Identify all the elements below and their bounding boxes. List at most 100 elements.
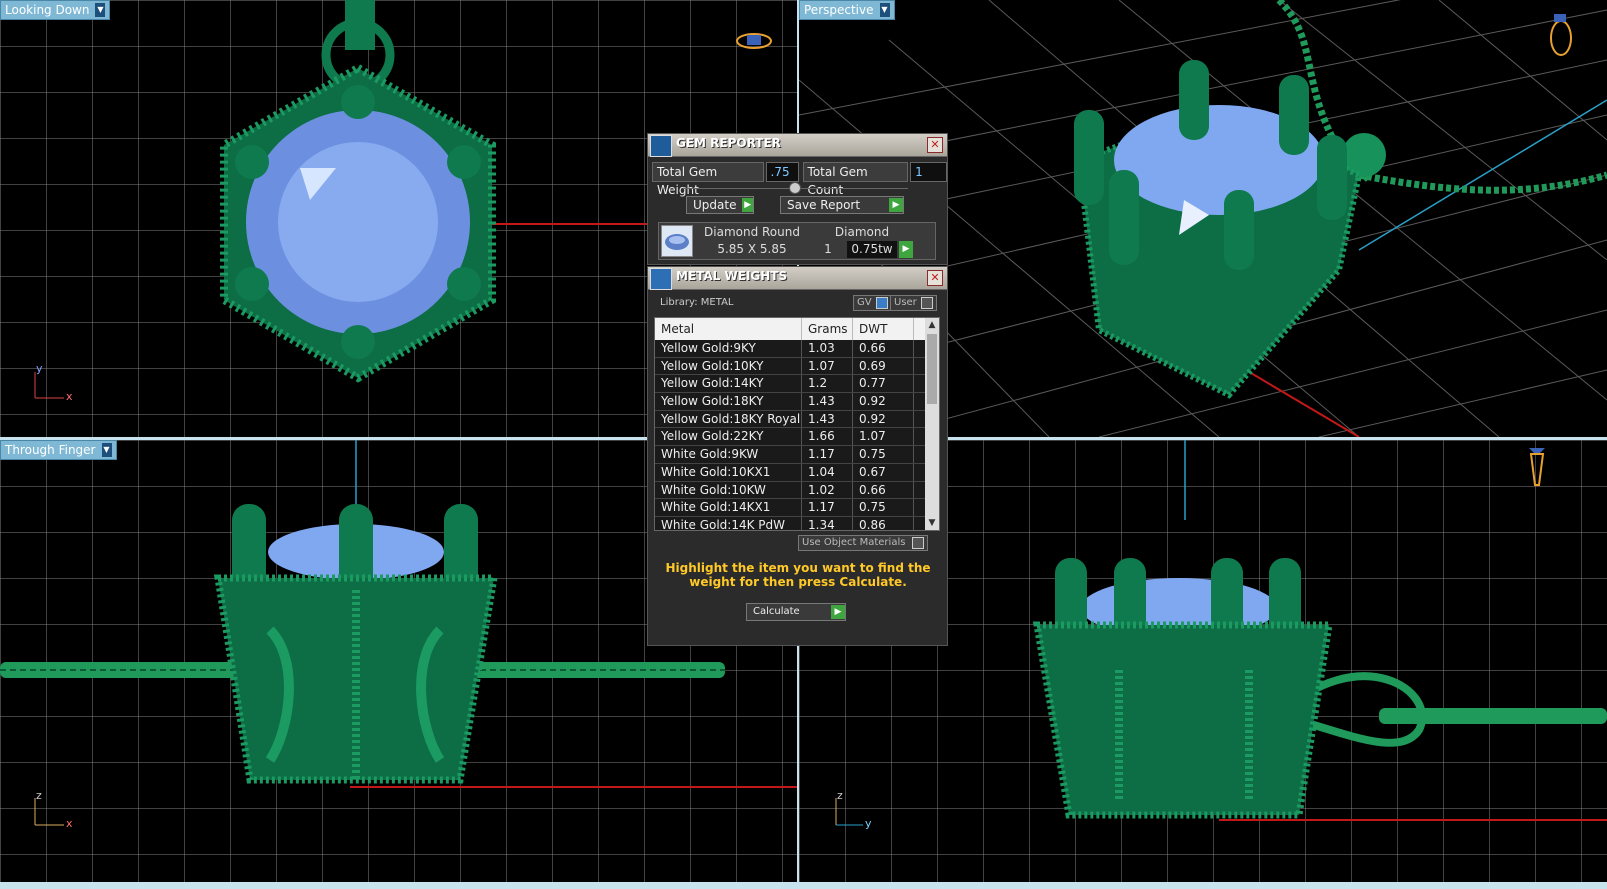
dwt-cell: 0.92 [853,410,914,428]
metal-cell: White Gold:9KW [655,446,802,463]
close-icon[interactable]: ✕ [927,270,943,286]
column-header-dwt[interactable]: DWT [853,318,914,340]
metal-cell: Yellow Gold:14KY [655,375,802,393]
viewport-view-dropdown[interactable]: Through Finger ▼ [0,440,117,460]
table-row[interactable]: White Gold:9KW 1.17 0.75 [655,446,939,464]
user-toggle-indicator [920,297,933,309]
dwt-cell: 1.07 [853,428,914,446]
table-row[interactable]: Yellow Gold:18KY 1.43 0.92 [655,393,939,411]
axis-z-label: z [837,789,843,802]
axis-y-label: y [865,817,872,830]
metal-cell: Yellow Gold:22KY [655,428,802,446]
viewport-view-dropdown[interactable]: Perspective ▼ [799,0,895,20]
viewport-view-label: Looking Down [5,3,90,17]
metal-cell: Yellow Gold:18KY Royal [655,410,802,428]
grams-cell: 1.2 [802,375,853,393]
table-row[interactable]: Yellow Gold:14KY 1.2 0.77 [655,375,939,394]
total-gem-count-label: Total Gem Count [802,162,909,197]
grams-cell: 1.07 [802,357,853,375]
grams-cell: 1.43 [802,393,853,410]
ring-icon [1550,14,1572,56]
chevron-down-icon[interactable]: ▼ [95,3,106,17]
dwt-cell: 0.69 [853,357,914,375]
update-button[interactable]: Update ▶ [686,196,754,214]
dwt-cell: 0.66 [853,340,914,357]
use-object-materials-indicator [912,537,924,549]
scroll-thumb[interactable] [927,334,937,404]
metal-cell: Yellow Gold:9KY [655,340,802,357]
gv-toggle-indicator [875,297,888,309]
collapse-toggle-icon[interactable] [789,182,801,194]
gem-material: Diamond [834,225,890,239]
gem-reporter-title: GEM REPORTER [676,136,781,150]
scroll-up-icon[interactable]: ▲ [925,318,939,332]
metal-cell: White Gold:10KW [655,481,802,499]
table-row[interactable]: White Gold:14K PdW 1.34 0.86 [655,516,939,530]
gem-reporter-titlebar[interactable]: GEM REPORTER ✕ [648,134,947,157]
dwt-cell: 0.67 [853,463,914,481]
column-header-metal[interactable]: Metal [655,318,802,340]
calculate-button[interactable]: Calculate ▶ [746,603,846,621]
update-button-label: Update [693,198,737,212]
play-icon: ▶ [742,198,753,212]
gem-count: 1 [824,242,832,256]
play-icon: ▶ [831,605,845,619]
grams-cell: 1.04 [802,463,853,481]
library-label: Library: METAL [660,297,734,308]
diamond-round-icon [661,225,693,257]
table-row[interactable]: White Gold:14KX1 1.17 0.75 [655,499,939,517]
user-toggle[interactable]: User [890,295,937,311]
metal-cell: Yellow Gold:10KY [655,357,802,375]
metal-cell: White Gold:14KX1 [655,499,802,516]
dwt-cell: 0.77 [853,375,914,393]
calculate-hint: Highlight the item you want to find the … [665,561,931,589]
viewport-view-label: Through Finger [5,443,96,457]
grams-cell: 1.43 [802,410,853,428]
grams-cell: 1.03 [802,340,853,357]
metal-weights-title: METAL WEIGHTS [676,269,788,283]
play-icon[interactable]: ▶ [899,241,913,258]
table-body: Yellow Gold:9KY 1.03 0.66 Yellow Gold:10KY… [655,340,939,530]
total-gem-weight-value: .75 [765,162,799,182]
scroll-down-icon[interactable]: ▼ [925,516,939,530]
metal-weights-panel: METAL WEIGHTS ✕ Library: METAL GV User M… [647,266,948,646]
grams-cell: 1.34 [802,516,853,530]
use-object-materials-toggle[interactable]: Use Object Materials [798,535,928,551]
viewport-view-label: Perspective [804,3,874,17]
table-row[interactable]: Yellow Gold:10KY 1.07 0.69 [655,357,939,376]
axis-x-label: x [66,817,73,830]
dwt-cell: 0.75 [853,446,914,463]
table-row[interactable]: White Gold:10KW 1.02 0.66 [655,481,939,500]
play-icon: ▶ [889,198,903,212]
gv-toggle[interactable]: GV [853,295,892,311]
dwt-cell: 0.92 [853,393,914,410]
table-row[interactable]: Yellow Gold:22KY 1.66 1.07 [655,428,939,447]
gem-name: Diamond Round [704,225,800,239]
column-header-grams[interactable]: Grams [802,318,853,340]
table-row[interactable]: Yellow Gold:18KY Royal 1.43 0.92 [655,410,939,429]
save-report-button[interactable]: Save Report ▶ [780,196,904,214]
chevron-down-icon[interactable]: ▼ [879,3,890,17]
metal-weights-titlebar[interactable]: METAL WEIGHTS ✕ [648,267,947,290]
grams-cell: 1.66 [802,428,853,446]
pendant-icon [1529,448,1545,486]
viewport-view-dropdown[interactable]: Looking Down ▼ [0,0,111,20]
ring-icon [736,33,772,49]
table-scrollbar[interactable]: ▲ ▼ [925,318,939,530]
metal-cell: Yellow Gold:18KY [655,393,802,410]
metal-cell: White Gold:14K PdW [655,516,802,530]
gem-list-row[interactable]: Diamond Round Diamond 5.85 X 5.85 1 0.75… [658,222,936,260]
close-icon[interactable]: ✕ [927,137,943,153]
gem-reporter-icon [650,134,672,157]
dwt-cell: 0.86 [853,516,914,530]
grams-cell: 1.02 [802,481,853,499]
table-row[interactable]: White Gold:10KX1 1.04 0.67 [655,463,939,482]
table-row[interactable]: Yellow Gold:9KY 1.03 0.66 [655,340,939,358]
chevron-down-icon[interactable]: ▼ [101,443,112,457]
dwt-cell: 0.66 [853,481,914,499]
metal-weights-table[interactable]: Metal Grams DWT Yellow Gold:9KY 1.03 0.66 … [654,317,940,531]
save-report-button-label: Save Report [787,198,861,212]
metal-cell: White Gold:10KX1 [655,463,802,481]
axis-y-label: y [36,362,43,375]
axis-z-label: z [36,789,42,802]
